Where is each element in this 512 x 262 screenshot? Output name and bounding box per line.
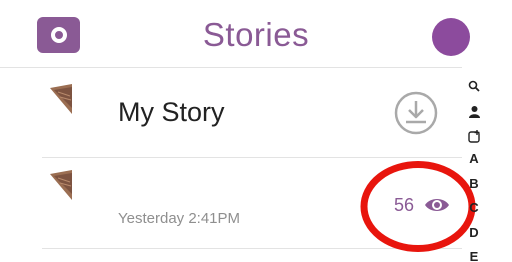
add-friend-icon[interactable] <box>462 130 486 146</box>
story-thumbnail <box>50 84 72 114</box>
story-name: My Story <box>118 97 225 127</box>
top-bar: Stories <box>0 0 512 68</box>
alphabet-index-bar[interactable]: A B C D E <box>462 78 486 262</box>
person-icon[interactable] <box>462 105 486 121</box>
index-letter[interactable]: E <box>462 250 486 262</box>
index-letter[interactable]: D <box>462 226 486 240</box>
search-icon[interactable] <box>462 80 486 95</box>
download-icon[interactable] <box>393 90 439 136</box>
story-thumbnail <box>50 170 72 200</box>
story-timestamp: Yesterday 2:41PM <box>118 210 241 227</box>
index-letter[interactable]: B <box>462 177 486 191</box>
index-letter[interactable]: C <box>462 201 486 215</box>
profile-avatar-button[interactable] <box>432 18 470 56</box>
index-letter[interactable]: A <box>462 152 486 166</box>
annotation-circle <box>360 161 476 252</box>
